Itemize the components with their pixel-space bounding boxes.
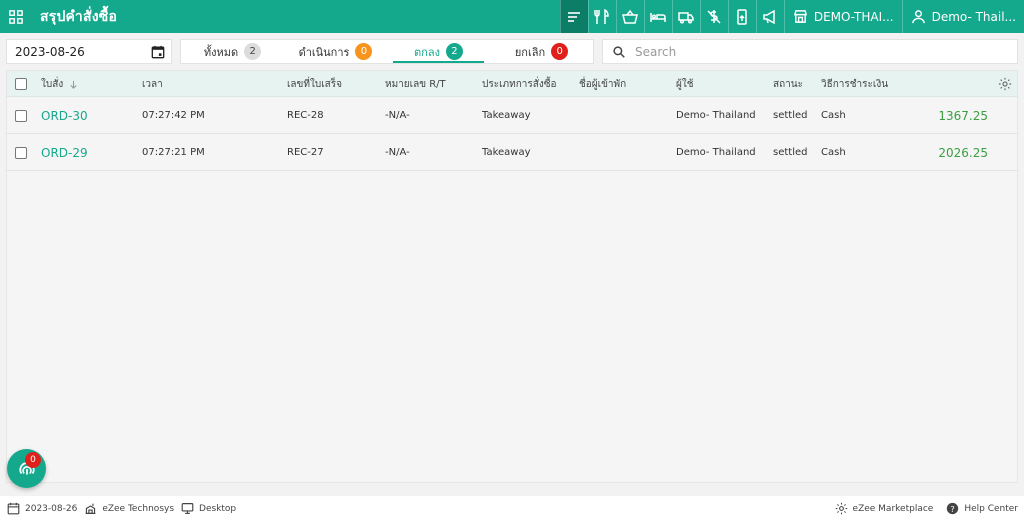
count-badge: 2 [244, 43, 262, 60]
svg-text:?: ? [951, 504, 955, 514]
column-header-payment: วิธีการชำระเงิน [821, 78, 889, 90]
tab-settled[interactable]: ตกลง 2 [387, 40, 490, 63]
order-status: settled [773, 147, 808, 158]
date-filter[interactable]: 2023-08-26 [6, 39, 172, 64]
column-header-room-table: หมายเลข R/T [385, 78, 446, 90]
search-icon [613, 45, 625, 58]
footer-company: eZee Technosys [84, 502, 174, 515]
tab-all[interactable]: ทั้งหมด 2 [181, 40, 284, 63]
basket-icon[interactable] [615, 0, 644, 33]
announcement-icon[interactable] [755, 0, 784, 33]
company-icon [85, 503, 96, 514]
column-header-receipt: เลขที่ใบเสร็จ [287, 78, 342, 90]
help-icon: ? [947, 502, 959, 515]
apps-grid-icon[interactable] [0, 0, 32, 33]
user-menu[interactable]: Demo- Thail... [901, 0, 1024, 33]
count-badge: 2 [445, 43, 463, 60]
search-box [602, 39, 1018, 64]
row-checkbox[interactable] [15, 134, 27, 171]
footer-date: 2023-08-26 [7, 502, 77, 515]
gear-icon[interactable] [998, 71, 1012, 97]
order-amount: 1367.25 [938, 108, 988, 123]
row-checkbox[interactable] [15, 97, 27, 134]
order-amount: 2026.25 [938, 145, 988, 160]
select-all-checkbox[interactable] [15, 71, 27, 97]
column-header-time: เวลา [142, 78, 163, 90]
calendar-icon[interactable] [151, 45, 165, 59]
column-header-order-type: ประเภทการสั่งซื้อ [482, 78, 557, 90]
footer-device: Desktop [181, 502, 236, 515]
tab-cancelled[interactable]: ยกเลิก 0 [490, 40, 593, 63]
column-header-order[interactable]: ใบสั่ง [41, 71, 78, 97]
room-table-number: -N/A- [385, 147, 410, 158]
column-header-status: สถานะ [773, 78, 803, 90]
receipt-number: REC-27 [287, 147, 324, 158]
desktop-icon [181, 503, 194, 514]
order-user: Demo- Thailand [676, 110, 756, 121]
calendar-icon [7, 502, 20, 515]
table-row[interactable]: ORD-29 07:27:21 PM REC-27 -N/A- Takeaway… [7, 134, 1017, 171]
order-type: Takeaway [482, 147, 531, 158]
payment-method: Cash [821, 147, 846, 158]
orders-table: ใบสั่ง เวลา เลขที่ใบเสร็จ หมายเลข R/T ปร… [6, 70, 1018, 483]
bed-icon[interactable] [643, 0, 672, 33]
store-icon [793, 10, 807, 23]
gear-icon [835, 502, 847, 515]
tab-label: ยกเลิก [514, 45, 546, 59]
dine-in-icon[interactable] [587, 0, 616, 33]
order-number-link[interactable]: ORD-29 [41, 134, 88, 171]
page-title: สรุปคำสั่งซื้อ [40, 8, 118, 25]
tab-label: ทั้งหมด [203, 45, 239, 59]
column-header-guest: ชื่อผู้เข้าพัก [579, 78, 627, 90]
table-row[interactable]: ORD-30 07:27:42 PM REC-28 -N/A- Takeaway… [7, 97, 1017, 134]
tab-in-progress[interactable]: ดำเนินการ 0 [284, 40, 387, 63]
payment-method: Cash [821, 110, 846, 121]
tab-label: ตกลง [414, 45, 440, 59]
sort-arrow-icon [70, 80, 77, 89]
count-badge: 0 [355, 43, 373, 60]
footer-bar: 2023-08-26 eZee Technosys Desktop eZee M… [0, 496, 1024, 521]
room-table-number: -N/A- [385, 110, 410, 121]
marketplace-link[interactable]: eZee Marketplace [835, 502, 933, 515]
count-badge: 0 [551, 43, 569, 60]
outlet-selector[interactable]: DEMO-THAI... [783, 0, 902, 33]
order-number-link[interactable]: ORD-30 [41, 97, 88, 134]
user-name: Demo- Thail... [931, 9, 1016, 24]
order-time: 07:27:21 PM [142, 147, 205, 158]
date-value: 2023-08-26 [15, 44, 85, 59]
tab-label: ดำเนินการ [298, 45, 350, 59]
mobile-order-icon[interactable] [727, 0, 756, 33]
search-input[interactable] [635, 44, 995, 59]
status-tabs: ทั้งหมด 2 ดำเนินการ 0 ตกลง 2 ยกเลิก 0 [180, 39, 594, 64]
help-center-link[interactable]: ? Help Center [946, 502, 1018, 515]
table-header: ใบสั่ง เวลา เลขที่ใบเสร็จ หมายเลข R/T ปร… [7, 71, 1017, 97]
order-time: 07:27:42 PM [142, 110, 205, 121]
receipt-number: REC-28 [287, 110, 324, 121]
orders-icon[interactable] [559, 0, 588, 33]
notification-count-badge: 0 [25, 452, 41, 468]
top-bar: สรุปคำสั่งซื้อ DEMO-THAI... Demo- Thail.… [0, 0, 1024, 33]
column-header-user: ผู้ใช้ [676, 78, 694, 90]
user-icon [911, 10, 925, 24]
order-user: Demo- Thailand [676, 147, 756, 158]
outlet-name: DEMO-THAI... [813, 9, 894, 24]
order-type: Takeaway [482, 110, 531, 121]
delivery-truck-icon[interactable] [671, 0, 700, 33]
no-charge-icon[interactable] [699, 0, 728, 33]
order-status: settled [773, 110, 808, 121]
